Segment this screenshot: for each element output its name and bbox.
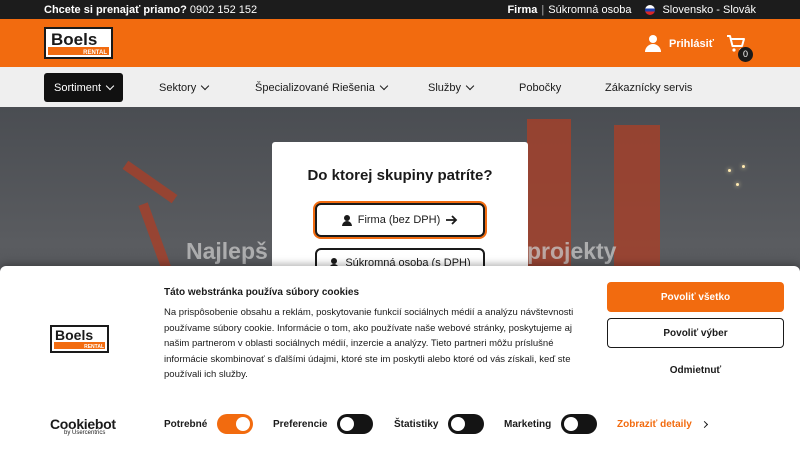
nav-item-pobocky[interactable]: Pobočky: [519, 73, 561, 102]
light-graphic: [728, 169, 731, 172]
cookie-description: Na prispôsobenie obsahu a reklám, poskyt…: [164, 307, 574, 380]
toggle-label: Štatistiky: [394, 418, 439, 430]
crane-boom-graphic: [138, 202, 172, 272]
chevron-down-icon: [105, 81, 115, 91]
modal-title: Do ktorej skupiny patríte?: [307, 167, 493, 184]
hero-title-left: Najlepš: [186, 238, 268, 264]
top-bar: Chcete si prenajať priamo? 0902 152 152 …: [0, 0, 800, 19]
toggle-label: Potrebné: [164, 418, 208, 430]
rent-prompt-text: Chcete si prenajať priamo?: [44, 4, 187, 16]
cookie-heading: Táto webstránka používa súbory cookies: [164, 287, 360, 298]
nav-item-sortiment[interactable]: Sortiment: [44, 73, 124, 102]
slovakia-flag-icon: [645, 5, 656, 15]
show-details-link[interactable]: Zobraziť detaily: [617, 419, 708, 430]
toggle-statistics: Štatistiky: [394, 414, 485, 434]
chevron-down-icon: [465, 81, 475, 91]
toggle-marketing: Marketing: [504, 414, 598, 434]
cart-count-badge: 0: [738, 47, 753, 62]
marketing-toggle[interactable]: [561, 414, 598, 434]
light-graphic: [736, 183, 739, 186]
nav-label: Pobočky: [519, 81, 562, 94]
customer-group-modal: Do ktorej skupiny patríte? Firma (bez DP…: [272, 142, 528, 278]
logo-sub: RENTAL: [84, 344, 104, 350]
necessary-toggle[interactable]: [217, 414, 254, 434]
details-label: Zobraziť detaily: [617, 419, 692, 430]
phone-link[interactable]: 0902 152 152: [190, 4, 257, 16]
preferences-toggle[interactable]: [337, 414, 374, 434]
crane-arm-graphic: [122, 160, 178, 204]
main-nav: Sortiment Sektory Špecializované Riešeni…: [0, 67, 800, 107]
private-link[interactable]: Súkromná osoba: [548, 4, 631, 16]
chevron-right-icon: [700, 420, 708, 429]
person-icon: [341, 214, 352, 226]
allow-selection-button[interactable]: Povoliť výber: [607, 318, 784, 348]
login-label: Prihlásiť: [668, 37, 714, 50]
nav-label: Špecializované Riešenia: [255, 81, 375, 94]
light-graphic: [742, 165, 745, 168]
nav-label: Zákaznícky servis: [605, 81, 693, 94]
nav-label: Sektory: [159, 81, 197, 94]
machine-tower-right-graphic: [614, 125, 660, 285]
login-button[interactable]: Prihlásiť: [644, 35, 714, 52]
business-button[interactable]: Firma (bez DPH): [315, 203, 485, 237]
toggle-label: Marketing: [504, 418, 552, 430]
nav-item-zakaznicky-servis[interactable]: Zákaznícky servis: [605, 73, 692, 102]
boels-logo[interactable]: Boels RENTAL: [44, 27, 113, 59]
chevron-down-icon: [201, 81, 210, 91]
site-header: Boels RENTAL Prihlásiť 0: [0, 19, 800, 67]
arrow-right-icon: [446, 215, 458, 225]
allow-all-button[interactable]: Povoliť všetko: [607, 282, 784, 312]
user-icon: [644, 35, 661, 52]
toggle-necessary: Potrebné: [164, 414, 254, 434]
separator: |: [541, 4, 545, 16]
boels-logo: Boels RENTAL: [50, 325, 109, 353]
statistics-toggle[interactable]: [448, 414, 485, 434]
toggle-preferences: Preferencie: [273, 414, 374, 434]
logo-word: Boels: [55, 327, 94, 343]
business-button-label: Firma (bez DPH): [357, 214, 441, 226]
rent-prompt: Chcete si prenajať priamo? 0902 152 152: [44, 4, 257, 16]
deny-button[interactable]: Odmietnuť: [607, 355, 784, 385]
toggle-label: Preferencie: [273, 418, 328, 430]
cookie-banner: Boels RENTAL Táto webstránka používa súb…: [0, 266, 800, 450]
nav-item-specializovane-riesenia[interactable]: Špecializované Riešenia: [255, 73, 389, 102]
nav-item-sektory[interactable]: Sektory: [159, 73, 210, 102]
customer-type-switch: Firma | Súkromná osoba Slovensko - Slová…: [507, 4, 756, 16]
logo-sub: RENTAL: [83, 50, 107, 56]
business-link[interactable]: Firma: [507, 4, 537, 16]
nav-label: Sortiment: [54, 81, 102, 94]
chevron-down-icon: [379, 81, 389, 91]
nav-label: Služby: [428, 81, 462, 94]
nav-item-sluzby[interactable]: Služby: [428, 73, 475, 102]
hero-title-right: projekty: [527, 238, 617, 264]
cookiebot-logo: Cookiebot by Usercentrics: [50, 416, 116, 436]
region-selector[interactable]: Slovensko - Slovák: [662, 4, 756, 16]
